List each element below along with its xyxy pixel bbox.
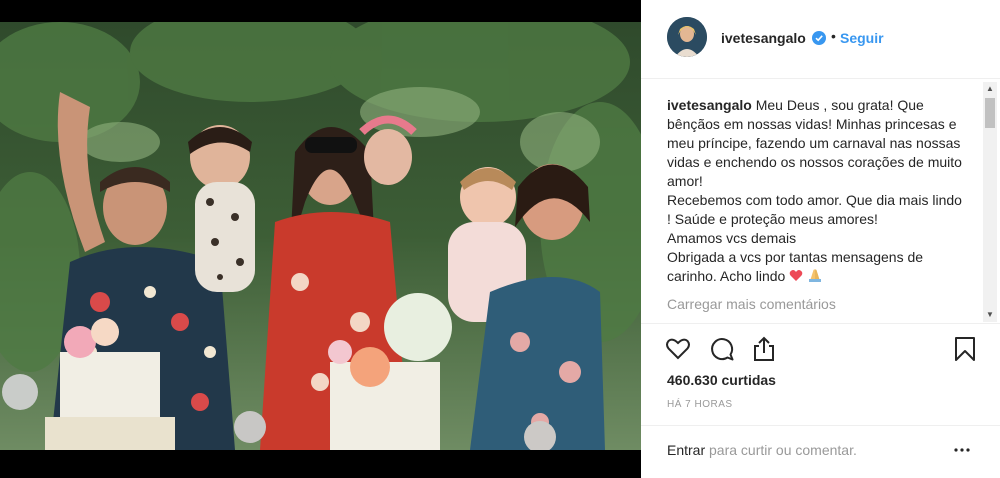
- praying-hands-emoji: [807, 268, 823, 284]
- verified-badge-icon: [812, 31, 826, 45]
- avatar[interactable]: [667, 17, 707, 57]
- scroll-thumb[interactable]: [985, 98, 995, 128]
- follow-button[interactable]: Seguir: [840, 30, 884, 46]
- separator-dot: •: [831, 28, 836, 44]
- bookmark-icon[interactable]: [952, 336, 978, 362]
- post-timestamp[interactable]: HÁ 7 HORAS: [667, 399, 733, 410]
- scroll-down-arrow-icon[interactable]: ▼: [983, 308, 997, 322]
- load-more-comments-link[interactable]: Carregar mais comentários: [667, 296, 836, 312]
- caption-text: Meu Deus , sou grata! Que bênçãos em nos…: [667, 97, 962, 284]
- family-photo-illustration: [0, 22, 641, 450]
- heart-outline-icon[interactable]: [665, 336, 691, 362]
- scroll-up-arrow-icon[interactable]: ▲: [983, 82, 997, 96]
- comment-prompt: Entrar para curtir ou comentar.: [667, 442, 857, 458]
- likes-count[interactable]: 460.630 curtidas: [667, 372, 776, 388]
- caption-scrollbar[interactable]: ▲ ▼: [983, 82, 997, 322]
- comment-prompt-text: para curtir ou comentar.: [705, 442, 857, 458]
- share-icon[interactable]: [751, 336, 777, 362]
- comment-icon[interactable]: [709, 336, 735, 362]
- caption-username[interactable]: ivetesangalo: [667, 97, 752, 113]
- more-dots-icon[interactable]: [954, 442, 970, 458]
- divider: [641, 323, 1000, 324]
- caption: ivetesangalo Meu Deus , sou grata! Que b…: [667, 96, 967, 316]
- post-sidebar: ivetesangalo • Seguir ivetesangalo Meu D…: [641, 0, 1000, 478]
- post-header: ivetesangalo • Seguir: [641, 0, 1000, 79]
- divider: [641, 425, 1000, 426]
- post-photo[interactable]: [0, 22, 641, 450]
- header-username[interactable]: ivetesangalo: [721, 30, 806, 46]
- heart-emoji: [789, 268, 807, 284]
- login-link[interactable]: Entrar: [667, 442, 705, 458]
